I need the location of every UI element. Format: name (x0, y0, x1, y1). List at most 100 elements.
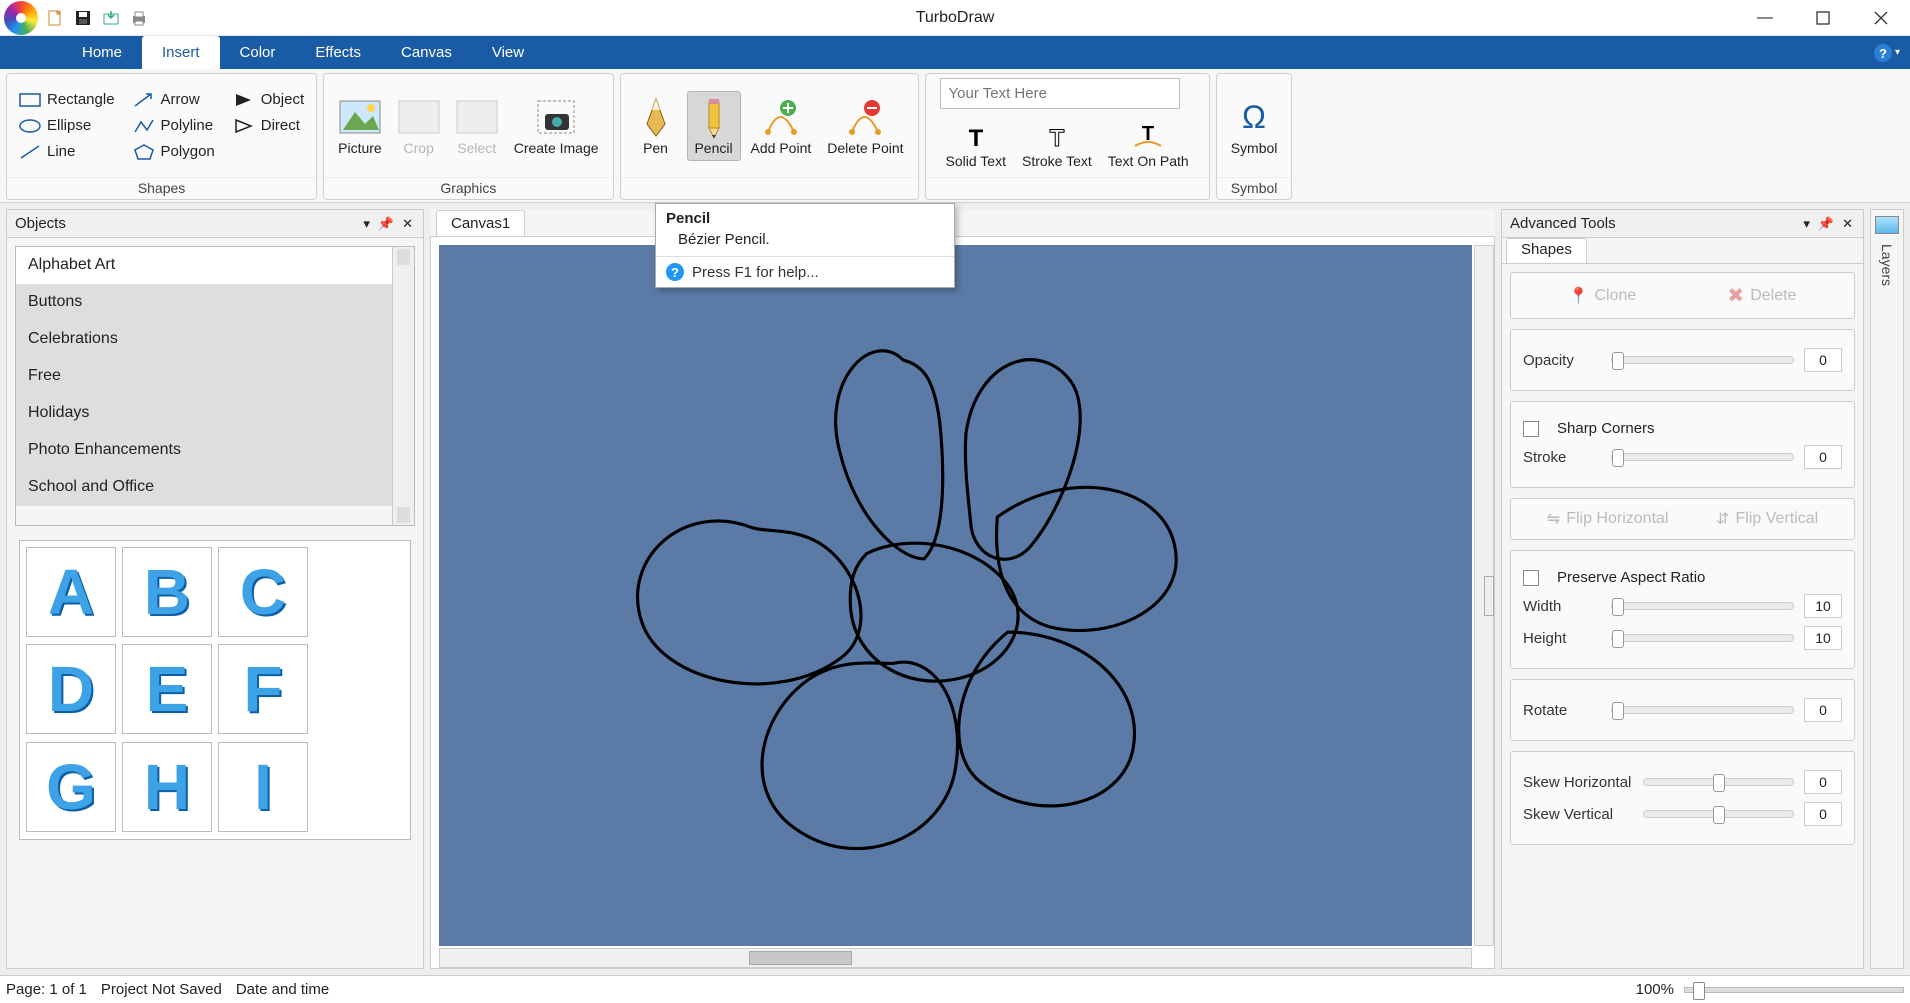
panel-pin-icon[interactable]: 📌 (1816, 216, 1836, 232)
text-input[interactable] (940, 78, 1180, 109)
tool-add-point[interactable]: Add Point (745, 92, 818, 160)
shape-rectangle[interactable]: Rectangle (15, 88, 119, 112)
flower-drawing (439, 245, 1472, 946)
shape-direct[interactable]: Direct (229, 114, 308, 138)
height-slider[interactable] (1611, 634, 1794, 642)
canvas-horizontal-scrollbar[interactable] (439, 948, 1472, 968)
save-icon[interactable] (72, 7, 94, 29)
rotate-value[interactable]: 0 (1804, 698, 1842, 722)
category-item[interactable]: Free (16, 358, 392, 395)
drawing-surface[interactable] (439, 245, 1472, 946)
app-title: TurboDraw (916, 9, 995, 27)
category-item[interactable]: Celebrations (16, 321, 392, 358)
panel-close-icon[interactable]: ✕ (400, 216, 415, 232)
category-item[interactable]: Buttons (16, 284, 392, 321)
tool-picture[interactable]: Picture (332, 92, 388, 160)
advanced-tab-shapes[interactable]: Shapes (1506, 238, 1587, 263)
tool-label: Create Image (514, 140, 599, 156)
zoom-slider[interactable] (1684, 987, 1904, 993)
canvas-tab[interactable]: Canvas1 (436, 210, 525, 236)
thumbnail-item[interactable]: I (218, 742, 308, 832)
category-scrollbar[interactable] (392, 247, 414, 525)
shape-line[interactable]: Line (15, 140, 119, 164)
category-item[interactable]: Alphabet Art (16, 247, 392, 284)
thumbnail-item[interactable]: C (218, 547, 308, 637)
shape-polyline[interactable]: Polyline (129, 114, 219, 138)
advanced-panel-header: Advanced Tools ▾ 📌 ✕ (1502, 210, 1863, 238)
status-project: Project Not Saved (101, 981, 222, 998)
width-slider[interactable] (1611, 602, 1794, 610)
tab-insert[interactable]: Insert (142, 36, 220, 69)
tool-label: Delete Point (827, 140, 903, 156)
sharp-corners-checkbox[interactable] (1523, 421, 1539, 437)
tool-symbol[interactable]: ΩSymbol (1225, 92, 1284, 160)
canvas-area[interactable] (430, 237, 1495, 969)
tool-pen[interactable]: Pen (629, 92, 683, 160)
panel-pin-icon[interactable]: 📌 (376, 216, 396, 232)
thumbnail-item[interactable]: H (122, 742, 212, 832)
width-value[interactable]: 10 (1804, 594, 1842, 618)
group-label (621, 177, 918, 199)
tab-color[interactable]: Color (220, 36, 296, 69)
new-file-icon[interactable] (44, 7, 66, 29)
quick-access-toolbar (44, 7, 150, 29)
skew-v-slider[interactable] (1643, 810, 1794, 818)
rotate-slider[interactable] (1611, 706, 1794, 714)
tool-label: Pen (643, 140, 668, 156)
tool-delete-point[interactable]: Delete Point (821, 92, 909, 160)
tab-effects[interactable]: Effects (295, 36, 381, 69)
thumbnail-item[interactable]: A (26, 547, 116, 637)
thumbnail-grid: A B C D E F G H I (19, 540, 411, 840)
skew-h-slider[interactable] (1643, 778, 1794, 786)
category-item[interactable]: Holidays (16, 395, 392, 432)
canvas-vertical-scrollbar[interactable] (1474, 245, 1494, 946)
layers-side-tab[interactable]: Layers (1870, 209, 1904, 969)
maximize-button[interactable] (1794, 0, 1852, 36)
tool-solid-text[interactable]: TSolid Text (940, 119, 1012, 173)
tab-view[interactable]: View (472, 36, 544, 69)
delete-label: Delete (1750, 287, 1796, 305)
tool-label: Add Point (751, 140, 812, 156)
tool-create-image[interactable]: Create Image (508, 92, 605, 160)
height-value[interactable]: 10 (1804, 626, 1842, 650)
minimize-button[interactable]: — (1736, 0, 1794, 36)
opacity-slider[interactable] (1611, 356, 1794, 364)
thumbnail-item[interactable]: F (218, 644, 308, 734)
tool-text-on-path[interactable]: TText On Path (1102, 119, 1195, 173)
thumbnail-item[interactable]: D (26, 644, 116, 734)
tool-select: Select (450, 92, 504, 160)
print-icon[interactable] (128, 7, 150, 29)
shape-ellipse[interactable]: Ellipse (15, 114, 119, 138)
shape-object[interactable]: Object (229, 88, 308, 112)
shape-label: Line (47, 143, 75, 160)
close-button[interactable] (1852, 0, 1910, 36)
panel-dropdown-icon[interactable]: ▾ (1801, 216, 1812, 232)
thumbnail-item[interactable]: G (26, 742, 116, 832)
panel-dropdown-icon[interactable]: ▾ (361, 216, 372, 232)
thumbnail-item[interactable]: E (122, 644, 212, 734)
status-page: Page: 1 of 1 (6, 981, 87, 998)
shape-arrow[interactable]: Arrow (129, 88, 219, 112)
stroke-value[interactable]: 0 (1804, 445, 1842, 469)
category-item[interactable]: School and Office (16, 469, 392, 506)
preserve-aspect-checkbox[interactable] (1523, 570, 1539, 586)
tool-pencil[interactable]: Pencil (687, 91, 741, 161)
skew-h-value[interactable]: 0 (1804, 770, 1842, 794)
panel-close-icon[interactable]: ✕ (1840, 216, 1855, 232)
tab-canvas[interactable]: Canvas (381, 36, 472, 69)
tool-stroke-text[interactable]: TStroke Text (1016, 119, 1098, 173)
canvas-tab-strip: Canvas1 (430, 209, 1495, 237)
skew-v-value[interactable]: 0 (1804, 802, 1842, 826)
opacity-value[interactable]: 0 (1804, 348, 1842, 372)
shape-polygon[interactable]: Polygon (129, 140, 219, 164)
width-label: Width (1523, 598, 1601, 615)
tool-label: Stroke Text (1022, 153, 1092, 169)
category-item[interactable]: Photo Enhancements (16, 432, 392, 469)
tab-home[interactable]: Home (62, 36, 142, 69)
import-icon[interactable] (100, 7, 122, 29)
thumbnail-item[interactable]: B (122, 547, 212, 637)
group-shapes: Rectangle Arrow Object Ellipse Polyline … (6, 73, 317, 200)
help-button[interactable]: ?▾ (1873, 36, 1900, 69)
stroke-slider[interactable] (1611, 453, 1794, 461)
flip-v-icon: ⇵ (1716, 509, 1729, 529)
